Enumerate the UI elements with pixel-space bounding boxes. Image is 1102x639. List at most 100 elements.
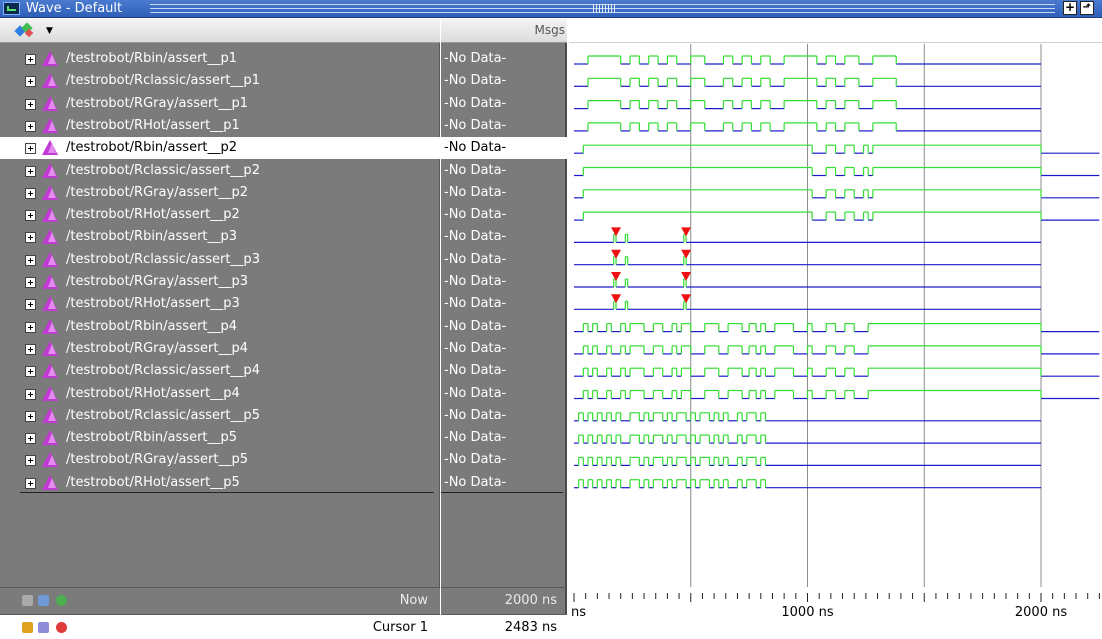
- signal-row[interactable]: /testrobot/RHot/assert__p1: [0, 115, 440, 137]
- expand-icon[interactable]: [25, 98, 36, 110]
- expand-icon[interactable]: [25, 343, 36, 355]
- expand-icon[interactable]: [25, 210, 36, 222]
- signal-name: /testrobot/Rclassic/assert__p5: [66, 407, 260, 423]
- assertion-failure-marker: [611, 249, 622, 259]
- signal-name: /testrobot/Rclassic/assert__p1: [66, 73, 260, 89]
- cursor-value: 2483 ns: [504, 620, 557, 635]
- undock-button[interactable]: ⬏: [1080, 1, 1094, 15]
- assertion-failure-marker: [681, 272, 692, 281]
- broom-icon[interactable]: [22, 595, 33, 606]
- signal-row[interactable]: /testrobot/RGray/assert__p2: [0, 182, 440, 204]
- add-cursor-icon[interactable]: [56, 595, 67, 606]
- msg-row[interactable]: -No Data-: [441, 472, 567, 494]
- signal-row[interactable]: /testrobot/Rbin/assert__p4: [0, 316, 440, 338]
- window-title: Wave - Default: [26, 1, 123, 16]
- msg-row[interactable]: -No Data-: [441, 137, 567, 160]
- msg-row[interactable]: -No Data-: [441, 316, 567, 338]
- expand-icon[interactable]: [25, 410, 36, 422]
- lock-icon[interactable]: [22, 622, 33, 633]
- signal-row[interactable]: /testrobot/Rclassic/assert__p1: [0, 70, 440, 92]
- assertion-failure-marker: [681, 249, 692, 259]
- msg-row[interactable]: -No Data-: [441, 48, 567, 70]
- waveform-canvas[interactable]: ns 1000 ns 2000 ns: [569, 19, 1102, 639]
- expand-icon[interactable]: [25, 120, 36, 132]
- msg-row[interactable]: -No Data-: [441, 70, 567, 92]
- msg-row[interactable]: -No Data-: [441, 226, 567, 248]
- assertion-icon: [42, 340, 58, 356]
- msg-row[interactable]: -No Data-: [441, 249, 567, 271]
- maximize-button[interactable]: +: [1063, 1, 1077, 15]
- delete-cursor-icon[interactable]: [56, 622, 67, 633]
- signal-row[interactable]: /testrobot/Rclassic/assert__p4: [0, 360, 440, 382]
- signal-name: /testrobot/RHot/assert__p2: [66, 207, 240, 223]
- signal-row[interactable]: /testrobot/RHot/assert__p2: [0, 204, 440, 226]
- expand-icon[interactable]: [25, 277, 36, 288]
- msg-row[interactable]: -No Data-: [441, 204, 567, 226]
- signal-row[interactable]: /testrobot/Rclassic/assert__p2: [0, 160, 440, 182]
- signal-row[interactable]: /testrobot/Rbin/assert__p2: [0, 137, 440, 160]
- signal-row[interactable]: /testrobot/Rclassic/assert__p3: [0, 249, 440, 271]
- msg-row[interactable]: -No Data-: [441, 360, 567, 382]
- signal-row[interactable]: /testrobot/RGray/assert__p3: [0, 271, 440, 293]
- signal-msg: -No Data-: [444, 51, 507, 66]
- expand-icon[interactable]: [25, 54, 36, 65]
- signal-row[interactable]: /testrobot/RHot/assert__p3: [0, 293, 440, 315]
- signal-row[interactable]: /testrobot/Rclassic/assert__p5: [0, 405, 440, 427]
- signal-name: /testrobot/RHot/assert__p4: [66, 385, 240, 401]
- grid-icon[interactable]: [38, 595, 49, 606]
- titlebar-grip-dots[interactable]: [593, 4, 615, 13]
- assertion-icon: [42, 430, 58, 446]
- expand-icon[interactable]: [25, 455, 36, 467]
- signal-msg: -No Data-: [444, 117, 507, 133]
- msg-row[interactable]: -No Data-: [441, 93, 567, 115]
- signal-row[interactable]: /testrobot/RGray/assert__p4: [0, 338, 440, 360]
- expand-icon[interactable]: [25, 366, 36, 378]
- signal-row[interactable]: /testrobot/RHot/assert__p5: [0, 472, 440, 494]
- signal-row[interactable]: /testrobot/Rbin/assert__p5: [0, 427, 440, 449]
- msg-row[interactable]: -No Data-: [441, 449, 567, 471]
- expand-icon[interactable]: [25, 143, 36, 155]
- cursor-row[interactable]: Cursor 1: [0, 614, 440, 639]
- expand-icon[interactable]: [25, 388, 36, 400]
- expand-icon[interactable]: [25, 187, 36, 199]
- expand-icon[interactable]: [25, 232, 36, 244]
- waveform-pane[interactable]: ns 1000 ns 2000 ns: [569, 19, 1102, 639]
- signal-row[interactable]: /testrobot/RGray/assert__p5: [0, 449, 440, 471]
- cursor-value-row[interactable]: 2483 ns: [441, 614, 567, 639]
- assertion-icon: [42, 274, 58, 289]
- signal-row[interactable]: /testrobot/Rbin/assert__p1: [0, 48, 440, 70]
- window-titlebar[interactable]: Wave - Default + ⬏: [0, 0, 1102, 18]
- msgs-footer: 2000 ns 2483 ns: [441, 587, 567, 639]
- signal-msg: -No Data-: [444, 385, 507, 401]
- expand-icon[interactable]: [25, 433, 36, 445]
- assertion-icon: [42, 162, 58, 178]
- msg-row[interactable]: -No Data-: [441, 293, 567, 315]
- expand-icon[interactable]: [25, 477, 36, 489]
- expand-icon[interactable]: [25, 321, 36, 333]
- assertion-icon: [42, 296, 58, 312]
- msg-row[interactable]: -No Data-: [441, 427, 567, 449]
- msg-row[interactable]: -No Data-: [441, 182, 567, 204]
- expand-icon[interactable]: [25, 299, 36, 311]
- msg-row[interactable]: -No Data-: [441, 383, 567, 405]
- assertion-icon: [42, 73, 58, 89]
- signal-row[interactable]: /testrobot/RGray/assert__p1: [0, 93, 440, 115]
- ruler-label: 2000 ns: [1015, 605, 1067, 620]
- wave-app-icon: [3, 2, 20, 15]
- signal-row[interactable]: /testrobot/RHot/assert__p4: [0, 383, 440, 405]
- pencil-icon[interactable]: [38, 622, 49, 633]
- signal-row[interactable]: /testrobot/Rbin/assert__p3: [0, 226, 440, 248]
- msg-row[interactable]: -No Data-: [441, 405, 567, 427]
- expand-icon[interactable]: [25, 76, 36, 88]
- msg-row[interactable]: -No Data-: [441, 271, 567, 293]
- expand-icon[interactable]: [25, 165, 36, 177]
- msg-row[interactable]: -No Data-: [441, 160, 567, 182]
- chevron-down-icon[interactable]: ▼: [46, 26, 53, 36]
- signal-msg: -No Data-: [444, 363, 507, 379]
- msg-row[interactable]: -No Data-: [441, 338, 567, 360]
- expand-icon[interactable]: [25, 254, 36, 266]
- signal-msg: -No Data-: [444, 452, 507, 468]
- signal-add-dropdown-icon[interactable]: ▼: [14, 22, 53, 38]
- msg-row[interactable]: -No Data-: [441, 115, 567, 137]
- msgs-end-line: [441, 492, 563, 493]
